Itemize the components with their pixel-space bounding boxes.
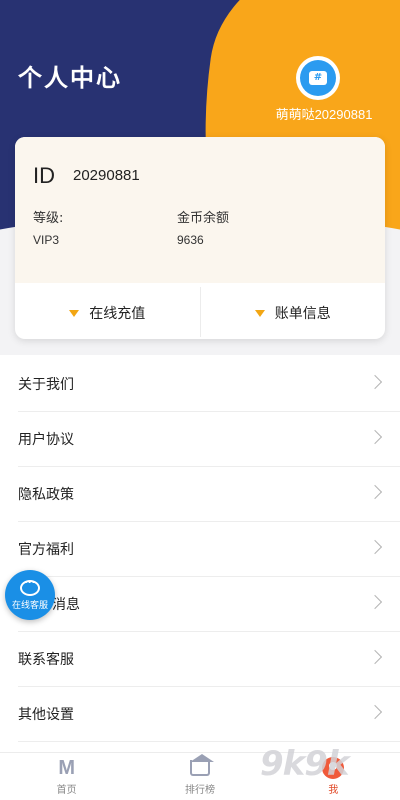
account-card: ID 20290881 等级: VIP3 金币余额 9636 在线充值 账单信息 [15, 137, 385, 339]
coins-value: 9636 [177, 233, 204, 247]
tab-label: 首页 [56, 785, 77, 796]
triangle-down-icon [254, 309, 265, 317]
tab-label: 排行榜 [184, 785, 215, 796]
coins-label: 金币余额 [177, 211, 230, 226]
chevron-right-icon [367, 374, 383, 390]
menu-item-official-benefits[interactable]: 官方福利 [18, 522, 400, 577]
menu-item-user-agreement[interactable]: 用户协议 [18, 412, 400, 467]
home-icon: M [58, 757, 75, 779]
menu-item-other-settings[interactable]: 其他设置 [18, 687, 400, 742]
menu-item-label: 关于我们 [18, 377, 74, 393]
crown-icon [189, 754, 214, 776]
recharge-label: 在线充值 [89, 306, 146, 322]
tab-home[interactable]: M 首页 [0, 753, 133, 800]
note-icon: # [300, 60, 336, 96]
menu-item-messages[interactable]: 消息 [18, 577, 400, 632]
online-service-button[interactable]: 在线客服 [5, 570, 55, 620]
menu-item-label: 联系客服 [18, 652, 74, 668]
level-label: 等级: [33, 211, 64, 226]
menu-item-label: 其他设置 [18, 707, 74, 723]
chevron-right-icon [367, 484, 383, 500]
chevron-right-icon [367, 649, 383, 665]
id-label: ID [33, 163, 55, 188]
menu-item-contact-service[interactable]: 联系客服 [18, 632, 400, 687]
avatar[interactable]: # [296, 56, 340, 100]
menu-item-about-us[interactable]: 关于我们 [18, 357, 400, 412]
settings-menu: 关于我们 用户协议 隐私政策 官方福利 消息 联系客服 其他设置 [0, 357, 400, 742]
chat-bubble-icon [20, 575, 40, 596]
page-title: 个人中心 [18, 64, 122, 92]
chevron-right-icon [367, 704, 383, 720]
username: 萌萌哒20290881 [275, 107, 373, 122]
menu-item-label: 用户协议 [18, 432, 74, 448]
menu-item-label: 隐私政策 [18, 487, 74, 503]
level-value: VIP3 [33, 233, 60, 247]
menu-item-label: 消息 [52, 597, 80, 613]
chevron-right-icon [367, 429, 383, 445]
bill-info-label: 账单信息 [274, 306, 331, 322]
tab-ranking[interactable]: 排行榜 [133, 753, 266, 800]
chevron-right-icon [367, 594, 383, 610]
chevron-right-icon [367, 539, 383, 555]
bill-info-button[interactable]: 账单信息 [201, 287, 386, 339]
card-actions: 在线充值 账单信息 [15, 287, 385, 339]
triangle-down-icon [69, 309, 80, 317]
site-watermark: 9k9k [260, 744, 350, 784]
account-info-panel: ID 20290881 等级: VIP3 金币余额 9636 [15, 137, 385, 283]
menu-item-privacy-policy[interactable]: 隐私政策 [18, 467, 400, 522]
recharge-button[interactable]: 在线充值 [15, 287, 200, 339]
online-service-label: 在线客服 [11, 600, 48, 611]
id-value: 20290881 [73, 167, 140, 184]
menu-item-label: 官方福利 [18, 542, 74, 558]
